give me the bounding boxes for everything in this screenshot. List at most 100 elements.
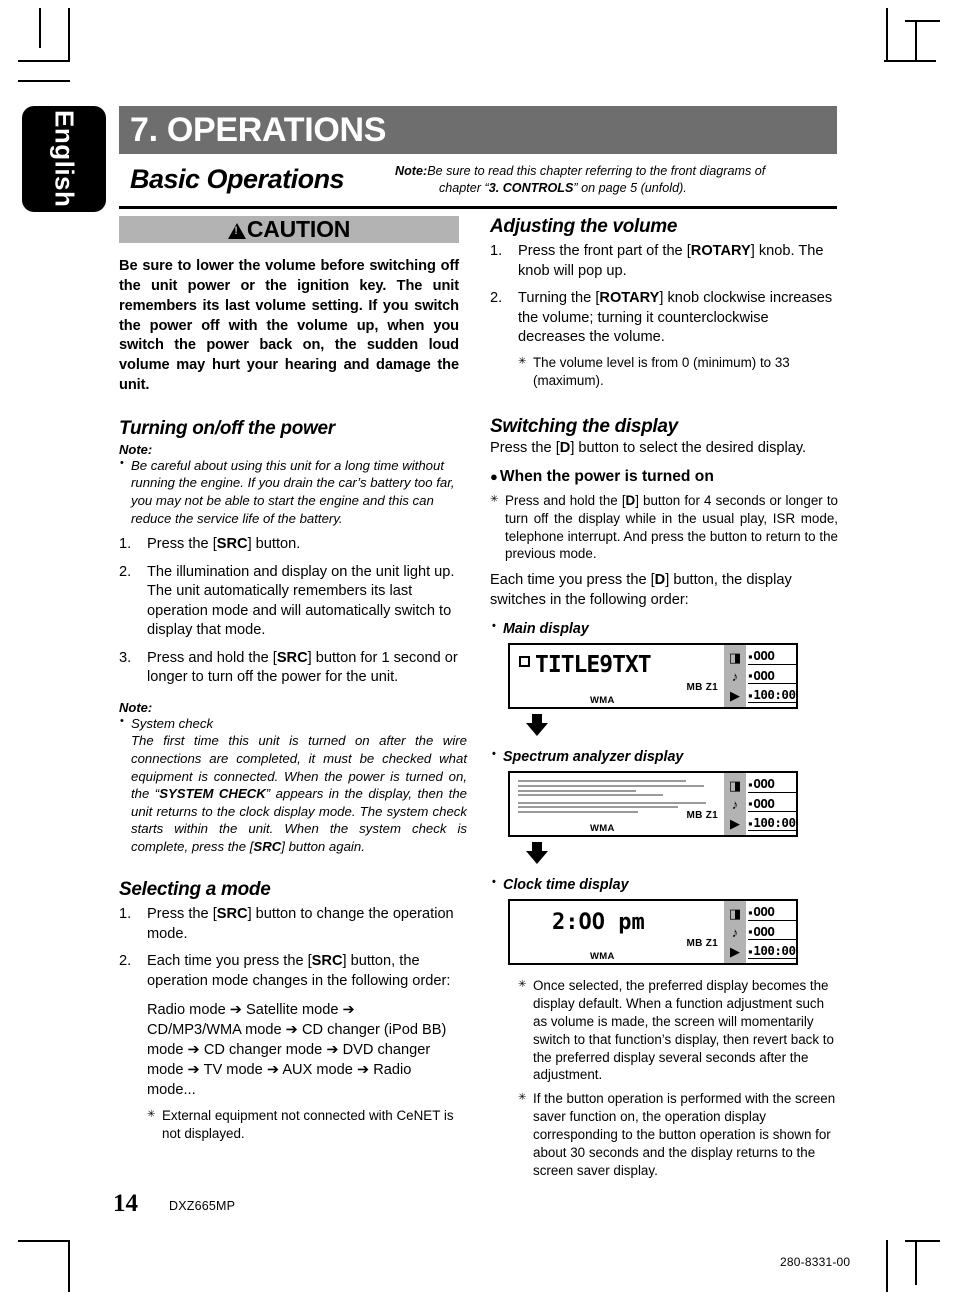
crop-mark-tr-v2 (915, 20, 917, 60)
button-ref-d: D (654, 572, 666, 589)
warning-triangle-icon (227, 222, 246, 239)
play-icon: ▶ (730, 943, 740, 959)
caution-box: CAUTION (119, 216, 459, 243)
list-item: 1. Press the front part of the [ROTARY] k… (490, 242, 838, 281)
tick-icon: ▪ (748, 651, 753, 661)
system-check-title: System check (131, 715, 214, 731)
play-icon: ▶ (730, 687, 740, 703)
list-item: Once selected, the preferred display bec… (518, 977, 838, 1084)
chapter-note: Note:Be sure to read this chapter referr… (395, 163, 837, 196)
step-text-pre: Turning the [ (518, 290, 600, 307)
lcd-row-value: 100:00 (753, 815, 796, 830)
switching-display-intro: Press the [D] button to select the desir… (490, 439, 838, 459)
lcd-clock-display: 2:OO pm WMA MB Z1 ◨ ♪ ▶ ▪ OOO ▪ OOO ▪ 100:0… (508, 899, 798, 966)
tick-icon: ▪ (748, 907, 753, 917)
step-number: 3. (119, 649, 132, 666)
chapter-banner: 7. OPERATIONS (119, 106, 837, 154)
step-text-pre: Press the [ (147, 536, 217, 553)
album-icon: ◨ (728, 778, 742, 794)
power-on-note: Press and hold the [D] button for 4 seco… (490, 492, 838, 563)
power-on-subheading: ● When the power is turned on (490, 468, 838, 486)
switching-display-footnotes: Once selected, the preferred display bec… (490, 977, 838, 1179)
spectrum-bar (518, 794, 663, 797)
button-ref-src: SRC (276, 649, 308, 666)
step-number: 2. (490, 290, 503, 307)
crop-mark-tr-h2 (905, 20, 940, 22)
list-item: System check The first time this unit is… (119, 714, 467, 855)
album-icon: ◨ (728, 906, 742, 922)
section-header: Basic Operations Note:Be sure to read th… (119, 160, 837, 208)
lcd-row-value: OOO (753, 648, 775, 664)
chapter-note-line2-pre: chapter “ (439, 180, 489, 195)
caution-body: Be sure to lower the volume before switc… (119, 258, 459, 394)
selecting-mode-footnotes: External equipment not connected with Ce… (119, 1107, 467, 1143)
filled-bullet-icon: ● (490, 468, 498, 484)
chapter-note-label: Note: (395, 164, 428, 178)
model-name: DXZ665MP (169, 1199, 236, 1213)
intro-post: ] button to select the desired display. (570, 440, 807, 457)
lcd-row: ▪ OOO (748, 667, 796, 685)
lcd-number-column: ▪ OOO ▪ OOO ▪ 100:00 (746, 773, 796, 835)
list-item: External equipment not connected with Ce… (147, 1107, 467, 1143)
system-check-post: ] button again. (281, 838, 365, 854)
tick-icon: ▪ (748, 946, 753, 956)
lcd-icon-column: ◨ ♪ ▶ (724, 773, 746, 836)
page-number: 14 (113, 1190, 138, 1217)
list-item: 2. Turning the [ROTARY] knob clockwise in… (490, 289, 838, 348)
language-tab: English (22, 106, 106, 212)
lcd-row: ▪ OOO (748, 776, 796, 793)
lcd-row-value: OOO (753, 904, 775, 920)
lcd-row: ▪ 100:00 (748, 687, 796, 704)
lcd-row-value: OOO (753, 795, 775, 811)
lcd-wma-indicator: WMA (590, 695, 615, 707)
spectrum-bar (518, 789, 636, 792)
down-arrow-icon-1 (526, 714, 548, 737)
lcd-mbz1-indicator: MB Z1 (686, 810, 718, 822)
step-text-pre: The illumination and display on the unit… (147, 563, 455, 639)
lcd-clock-time-text: 2:OO pm (552, 910, 645, 936)
mode-chain: Radio mode ➔ Satellite mode ➔ CD/MP3/WMA… (147, 1002, 447, 1098)
tick-icon: ▪ (748, 927, 753, 937)
system-check-body: The first time this unit is turned on af… (131, 732, 467, 855)
heading-selecting-mode: Selecting a mode (119, 879, 271, 901)
step-text-pre: Each time you press the [ (147, 953, 312, 970)
note-label-1: Note: (119, 441, 153, 457)
note-label-2: Note: (119, 699, 153, 715)
music-note-icon: ♪ (731, 924, 739, 940)
step-number: 2. (119, 563, 132, 580)
lcd-icon-column: ◨ ♪ ▶ (724, 901, 746, 964)
lcd-row-value: 100:00 (753, 943, 796, 958)
lcd-mbz1-indicator: MB Z1 (686, 682, 718, 694)
crop-mark-tl-v2 (39, 8, 41, 48)
lcd-row-value: OOO (753, 667, 775, 683)
tick-icon: ▪ (748, 779, 753, 789)
manual-page: English 7. OPERATIONS Basic Operations N… (0, 0, 954, 1300)
list-item: 1. Press the [SRC] button to change the o… (119, 905, 467, 944)
chapter-note-line1: Be sure to read this chapter referring t… (427, 164, 766, 178)
selecting-mode-steps: 1. Press the [SRC] button to change the o… (119, 905, 467, 991)
crop-mark-tr-h (884, 60, 936, 62)
tick-icon: ▪ (748, 799, 753, 809)
spectrum-bar (518, 810, 638, 813)
lcd-spectrum-display: WMA MB Z1 ◨ ♪ ▶ ▪ OOO ▪ OOO ▪ 100:00 (508, 771, 798, 838)
step-number: 1. (490, 243, 503, 259)
spectrum-bar (518, 780, 686, 783)
spectrum-bar (518, 806, 678, 809)
lcd-row: ▪ OOO (748, 904, 796, 921)
list-item: 3. Press and hold the [SRC] button for 1 … (119, 649, 467, 688)
list-item: 2. Each time you press the [SRC] button, … (119, 952, 467, 991)
step-number: 2. (119, 953, 132, 970)
lcd-row-value: 100:00 (753, 687, 796, 702)
lcd-row: ▪ 100:00 (748, 943, 796, 960)
play-icon: ▶ (730, 815, 740, 831)
lcd-right-pane: ◨ ♪ ▶ ▪ OOO ▪ OOO ▪ 100:00 (724, 901, 796, 964)
list-item: 1. Press the [SRC] button. (119, 535, 467, 555)
heading-switching-display: Switching the display (490, 416, 678, 438)
lcd-row: ▪ OOO (748, 648, 796, 665)
each-time-pre: Each time you press the [ (490, 572, 655, 589)
left-column: CAUTION Be sure to lower the volume befo… (119, 216, 467, 1142)
lcd-main-display: TITLE9TXT WMA MB Z1 ◨ ♪ ▶ ▪ OOO ▪ OOO ▪ 100… (508, 643, 798, 710)
label-spectrum-display: Spectrum analyzer display (490, 748, 838, 765)
crop-mark-tl-h2 (18, 80, 70, 82)
lcd-icon-column: ◨ ♪ ▶ (724, 645, 746, 708)
